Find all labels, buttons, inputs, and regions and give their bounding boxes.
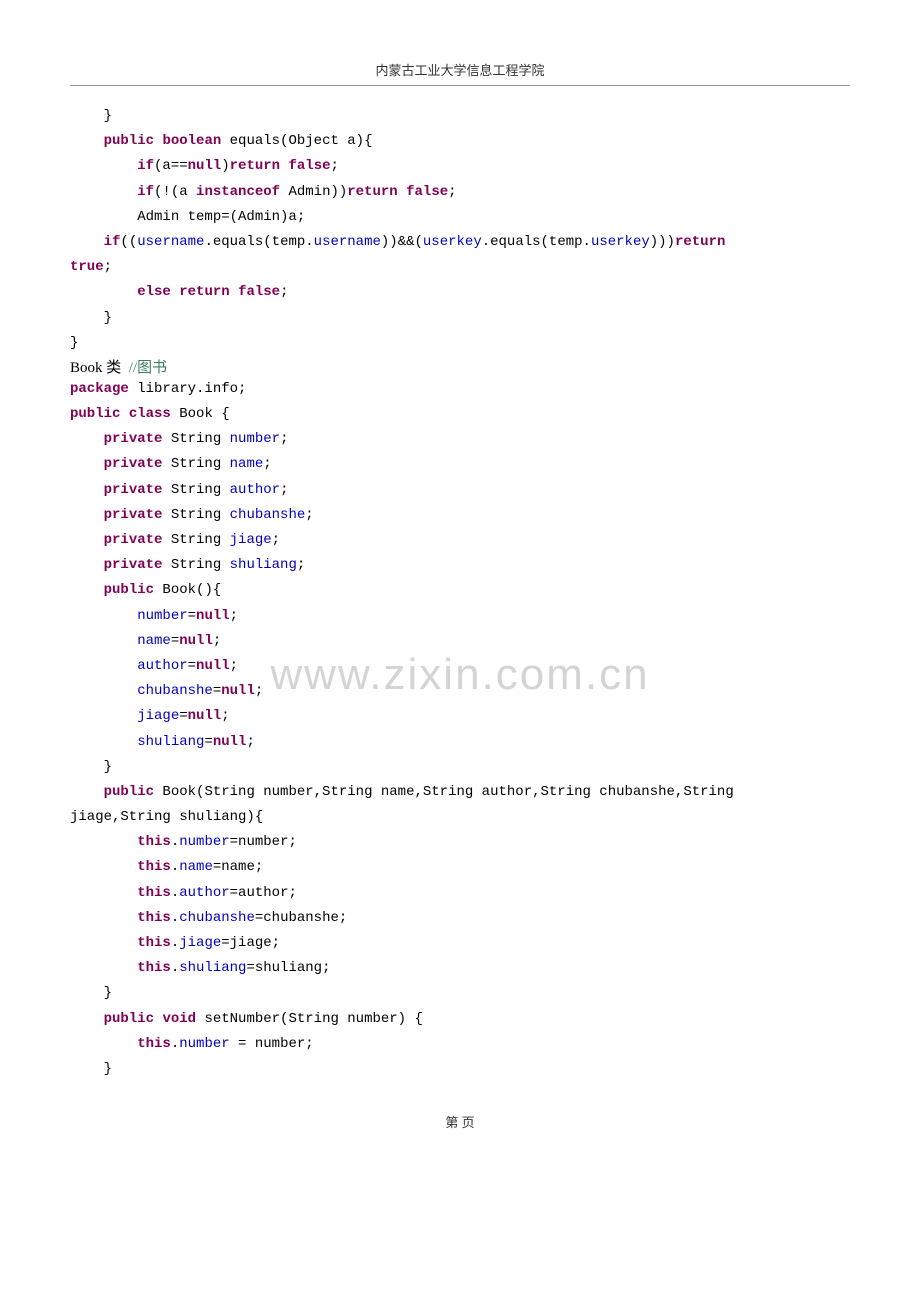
code-line: else return false; [70,280,850,305]
code-line: number=null; [70,604,850,629]
code-line: author=null; [70,654,850,679]
code-content: } public boolean equals(Object a){ if(a=… [70,104,850,1082]
code-line: if((username.equals(temp.username))&&(us… [70,230,850,255]
page-footer: 第 页 [70,1112,850,1131]
code-line: public class Book { [70,402,850,427]
code-line: this.name=name; [70,855,850,880]
code-line: } [70,331,850,356]
code-line: public void setNumber(String number) { [70,1007,850,1032]
code-line: private String chubanshe; [70,503,850,528]
code-line: public boolean equals(Object a){ [70,129,850,154]
code-line: name=null; [70,629,850,654]
code-line: if(!(a instanceof Admin))return false; [70,180,850,205]
section-title: Book 类 //图书 [70,356,850,377]
code-line: private String jiage; [70,528,850,553]
code-line: private String number; [70,427,850,452]
code-line: if(a==null)return false; [70,154,850,179]
code-line: this.shuliang=shuliang; [70,956,850,981]
code-line: Admin temp=(Admin)a; [70,205,850,230]
code-line: chubanshe=null; [70,679,850,704]
code-line: private String name; [70,452,850,477]
code-line: } [70,104,850,129]
code-line: shuliang=null; [70,730,850,755]
code-line: this.jiage=jiage; [70,931,850,956]
code-line: } [70,981,850,1006]
code-line: private String author; [70,478,850,503]
code-line: } [70,1057,850,1082]
page-header: 内蒙古工业大学信息工程学院 [70,60,850,86]
code-line: true; [70,255,850,280]
code-line: } [70,755,850,780]
code-line: public Book(String number,String name,St… [70,780,850,805]
code-line: } [70,306,850,331]
code-line: this.number = number; [70,1032,850,1057]
code-line: jiage,String shuliang){ [70,805,850,830]
code-line: private String shuliang; [70,553,850,578]
code-line: jiage=null; [70,704,850,729]
code-line: public Book(){ [70,578,850,603]
code-line: this.author=author; [70,881,850,906]
code-line: this.number=number; [70,830,850,855]
code-line: this.chubanshe=chubanshe; [70,906,850,931]
code-line: package library.info; [70,377,850,402]
